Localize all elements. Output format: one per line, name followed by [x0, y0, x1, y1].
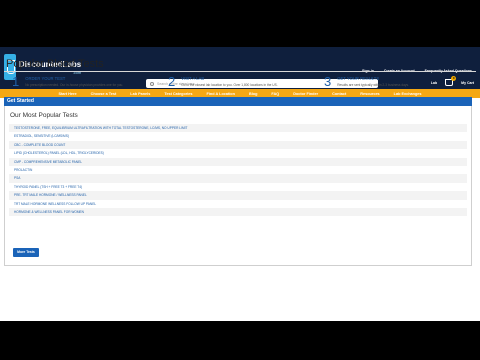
step-desc: No prescription needed. Our in-house phy…	[25, 83, 124, 87]
test-link[interactable]: Pre- TRT Male Hormone / Wellness Panel	[9, 191, 467, 200]
step-desc: Results are sent typically within 2-3 bu…	[337, 83, 409, 87]
nav-resources[interactable]: Resources	[360, 92, 379, 96]
step-desc: Go to the closest lab location to you. O…	[181, 83, 278, 87]
test-link[interactable]: Thyroid Panel (TSH + Free T3 + Free T4)	[9, 183, 467, 191]
test-link[interactable]: Testosterone, Free, Equilibrium Ultrafil…	[9, 124, 467, 133]
test-link[interactable]: Lipid (Cholesterol) Panel (LDL, HDL, Tri…	[9, 149, 467, 157]
step-visit: 2 VISIT A LAB Go to the closest lab loca…	[168, 75, 278, 88]
cart-count-badge: 0	[451, 76, 457, 81]
nav-test-categories[interactable]: Test Categories	[164, 92, 192, 96]
lab-link[interactable]: Lab	[431, 81, 437, 85]
step-order: 1 ORDER YOUR TEST No prescription needed…	[12, 75, 123, 88]
test-link[interactable]: Hormone & Wellness Panel for Women	[9, 207, 467, 217]
step-number: 1	[12, 74, 20, 89]
popular-tests-list: Testosterone, Free, Equilibrium Ultrafil…	[9, 124, 467, 217]
nav-choose-test[interactable]: Choose a Test	[91, 92, 117, 96]
nav-lab-exchanges[interactable]: Lab Exchanges	[394, 92, 422, 96]
nav-blog[interactable]: Blog	[249, 92, 257, 96]
step-number: 3	[324, 74, 332, 89]
nav-lab-panels[interactable]: Lab Panels	[130, 92, 150, 96]
more-tests-button[interactable]: More Tests	[13, 248, 39, 257]
nav-doctor-finder[interactable]: Doctor Finder	[293, 92, 318, 96]
step-title: ORDER YOUR TEST	[25, 76, 66, 81]
cart-icon[interactable]: 0	[445, 76, 457, 86]
popular-tests-title: Our Most Popular Tests	[10, 112, 78, 119]
nav-start-here[interactable]: Start Here	[58, 92, 76, 96]
nav-contact[interactable]: Contact	[332, 92, 346, 96]
step-title: GET YOUR RESULTS	[337, 76, 380, 81]
page-title: Popular Blood Tests	[6, 58, 104, 70]
test-link[interactable]: TRT Male Hormone Wellness Follow up Pane…	[9, 200, 467, 208]
nav-find-location[interactable]: Find A Location	[207, 92, 235, 96]
title-divider	[4, 71, 476, 72]
get-started-bar: Get Started	[4, 97, 472, 106]
my-cart-link[interactable]: My Cart	[461, 81, 474, 85]
search-icon	[150, 81, 154, 86]
popular-tests-panel: Our Most Popular Tests Testosterone, Fre…	[4, 106, 472, 266]
step-number: 2	[168, 74, 176, 89]
test-link[interactable]: Prolactin	[9, 166, 467, 174]
test-link[interactable]: PSA	[9, 174, 467, 183]
step-title: VISIT A LAB	[181, 76, 205, 81]
test-link[interactable]: CMP - Comprehensive Metabolic Panel	[9, 157, 467, 166]
test-link[interactable]: CBC - Complete Blood Count	[9, 140, 467, 150]
account-area: Lab 0 My Cart	[431, 76, 474, 86]
nav-faq[interactable]: FAQ	[271, 92, 279, 96]
step-results: 3 GET YOUR RESULTS Results are sent typi…	[324, 75, 409, 88]
test-link[interactable]: Estradiol, Sensitive (LC/MS/MS)	[9, 132, 467, 140]
